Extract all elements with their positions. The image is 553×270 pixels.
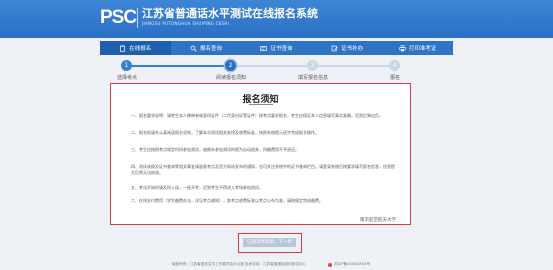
- step-1-marker: 1: [121, 60, 132, 71]
- nav-label: 证书查询: [270, 46, 293, 52]
- step-3-label: 填写报名信息: [297, 75, 328, 81]
- registration-notice: 报名须知 一、报名要求说明：请考生本人携带有效身份证件（二代身份证等证件）按考点…: [110, 83, 411, 225]
- certificate-icon: [260, 45, 268, 52]
- logo-divider: [137, 8, 138, 28]
- police-badge-icon: [328, 262, 332, 267]
- nav-registration-query[interactable]: 报名查询: [171, 41, 242, 55]
- printer-icon: [399, 44, 406, 52]
- clipboard-icon: [119, 45, 126, 52]
- notice-paragraph: 四、测试成绩及证书查询等相关事宜请留意考点及官方网站发布的通知，也可关注系统中的…: [131, 164, 395, 175]
- step-connector: [127, 65, 231, 67]
- next-step-highlight: 已阅读并同意，下一步: [238, 233, 302, 253]
- search-icon: [190, 45, 197, 52]
- nav-label: 在线报名: [129, 46, 152, 52]
- notice-paragraph: 二、报名前请先认真阅读报名须知，了解本次测试相关安排及收费标准，按照系统提示逐步…: [131, 130, 319, 135]
- step-2-label: 阅读报名须知: [215, 75, 246, 81]
- notice-paragraph: 五、考试开始时请及时入场，一经开考，迟到考生不得进入考场参加测试。: [131, 185, 263, 190]
- title-underline: [249, 104, 273, 105]
- notice-paragraph: 三、考生应按照考点规定时间参加测试，逾期未参加测试的视为自动放弃，所缴费用不予退…: [131, 147, 299, 152]
- step-4-marker: 4: [389, 60, 400, 71]
- progress-steps: 1 选择考点 2 阅读报名须知 3 填写报名信息 4 报名: [100, 58, 453, 84]
- notice-paragraph: 六、在线支付费用（学生缴费办法，详见考点通知），各考点收费标准以考点公布为准，请…: [131, 198, 323, 203]
- notice-paragraph: 一、报名要求说明：请考生本人携带有效身份证件（二代身份证等证件）按考点要求报名，…: [131, 113, 383, 118]
- step-2-marker: 2: [225, 60, 236, 71]
- footer-icp: 苏ICP备XXXXXXXX号: [328, 259, 370, 270]
- nav-online-registration[interactable]: 在线报名: [100, 41, 171, 55]
- step-1-label: 选择考点: [116, 75, 137, 81]
- site-title: 江苏省普通话水平测试在线报名系统: [142, 7, 318, 20]
- footer-copyright: 版权所有：江苏省语言文字工作委员会办公室 技术支持：江苏省普通话培训测试中心: [172, 262, 307, 266]
- site-footer: 版权所有：江苏省语言文字工作委员会办公室 技术支持：江苏省普通话培训测试中心 苏…: [0, 259, 553, 270]
- step-4-label: 报名: [389, 75, 400, 81]
- step-3-marker: 3: [307, 60, 318, 71]
- nav-label: 报名查询: [199, 46, 222, 52]
- nav-certificate-query[interactable]: 证书查询: [241, 41, 312, 55]
- nav-label: 打印准考证: [408, 46, 437, 52]
- main-nav: 在线报名 报名查询 证书查询 证书补办 打印准考证: [100, 41, 453, 55]
- site-header: PSC 江苏省普通话水平测试在线报名系统 JIANGSU PUTONGHUA S…: [0, 0, 553, 38]
- footer-icp-text: 苏ICP备XXXXXXXX号: [334, 262, 371, 266]
- edit-document-icon: [331, 45, 338, 52]
- site-subtitle: JIANGSU PUTONGHUA SHUIPING CESHI: [142, 21, 230, 26]
- psc-logo: PSC: [100, 7, 137, 28]
- nav-print-admission-ticket[interactable]: 打印准考证: [382, 41, 453, 55]
- nav-certificate-reissue[interactable]: 证书补办: [312, 41, 383, 55]
- nav-label: 证书补办: [341, 46, 364, 52]
- notice-signature: 南京航空航天大学: [360, 218, 396, 223]
- agree-next-button[interactable]: 已阅读并同意，下一步: [243, 238, 296, 247]
